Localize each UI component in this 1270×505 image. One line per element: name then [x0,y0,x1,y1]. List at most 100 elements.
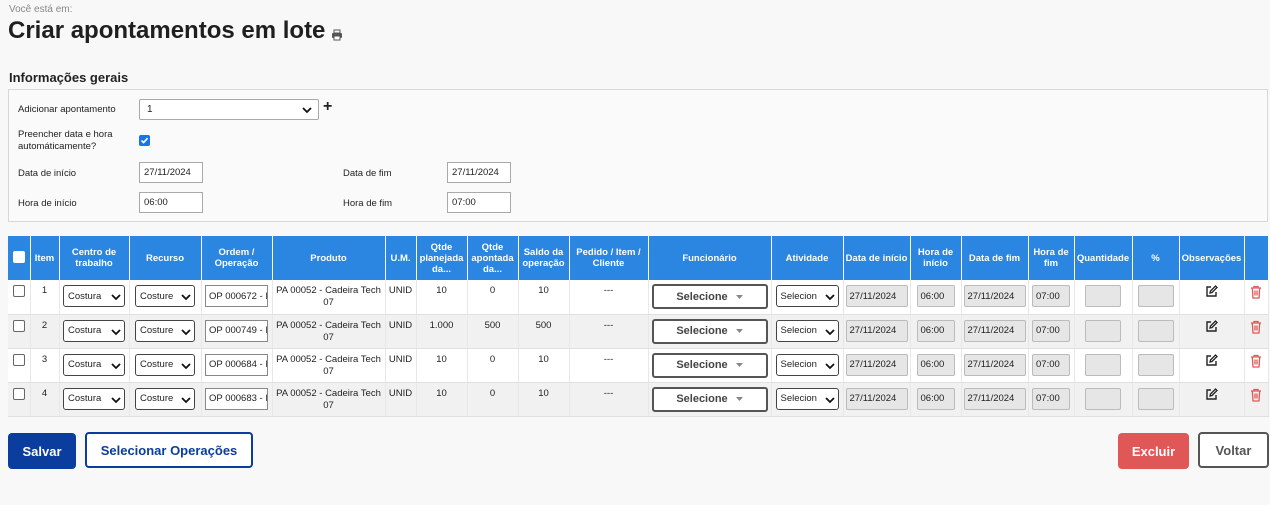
trash-icon[interactable] [1250,320,1262,334]
um-cell: UNID [385,280,417,315]
centro-select[interactable]: Costura [63,285,125,307]
hora-fim-field[interactable]: 07:00 [1032,319,1070,342]
produto-cell: PA 00052 - Cadeira Tech 07 [272,382,386,417]
funcionario-select[interactable]: Selecione [651,386,768,412]
data-inicio-field[interactable]: 27/11/2024 [845,353,908,376]
end-time-input[interactable]: 07:00 [447,192,511,213]
centro-select[interactable]: Costura [63,319,125,342]
observacoes-cell [1179,280,1245,315]
select-operations-button[interactable]: Selecionar Operações [85,432,253,468]
atividade-value: Selecion [780,325,817,336]
ordem-input[interactable]: OP 000683 - I [205,387,268,410]
trash-icon[interactable] [1250,354,1262,368]
trash-icon[interactable] [1250,388,1262,402]
quantidade-input[interactable] [1085,353,1121,376]
pct-input[interactable] [1137,285,1174,307]
back-button[interactable]: Voltar [1198,432,1269,468]
end-date-input[interactable]: 27/11/2024 [447,162,511,183]
add-entry-plus-icon[interactable]: + [323,99,332,115]
quantidade-input[interactable] [1085,387,1121,410]
recurso-select[interactable]: Costure [135,319,195,342]
edit-icon[interactable] [1205,353,1218,367]
funcionario-cell: Selecione [648,280,772,315]
row-checkbox[interactable] [12,319,25,332]
edit-icon[interactable] [1205,387,1218,401]
print-icon[interactable] [331,29,343,41]
col-centro: Centro de trabalho [59,236,130,280]
recurso-select[interactable]: Costure [135,387,195,410]
data-fim-field[interactable]: 27/11/2024 [963,387,1026,410]
add-entry-select[interactable]: 1 [139,99,319,120]
quantidade-input[interactable] [1085,319,1121,342]
delete-button[interactable]: Excluir [1118,433,1189,469]
edit-icon[interactable] [1205,285,1218,298]
save-button[interactable]: Salvar [8,433,76,469]
data-inicio-cell: 27/11/2024 [843,314,911,349]
recurso-cell: Costure [129,382,202,417]
hora-inicio-field[interactable]: 06:00 [916,387,955,410]
observacoes-cell [1179,382,1245,417]
select-all-header [8,236,31,280]
hora-fim-field[interactable]: 07:00 [1032,353,1070,376]
data-inicio-cell: 27/11/2024 [843,382,911,417]
col-quantidade: Quantidade [1074,236,1133,280]
ordem-input[interactable]: OP 000749 - I [205,319,268,342]
hora-inicio-field[interactable]: 06:00 [916,319,955,342]
row-select-cell [8,382,31,417]
ordem-input[interactable]: OP 000672 - I [205,285,268,307]
chevron-down-icon [181,394,191,405]
autofill-label: Preencher data e hora automáticamente? [18,129,113,153]
atividade-select[interactable]: Selecion [775,387,839,410]
edit-icon[interactable] [1205,319,1218,333]
col-funcionario: Funcionário [648,236,772,280]
start-time-input[interactable]: 06:00 [139,192,203,213]
quantidade-input[interactable] [1085,285,1121,307]
row-checkbox[interactable] [12,387,25,400]
atividade-select[interactable]: Selecion [775,319,839,342]
centro-select[interactable]: Costura [63,387,125,410]
start-date-input[interactable]: 27/11/2024 [139,162,203,183]
select-all-checkbox[interactable] [12,250,25,263]
funcionario-select[interactable]: Selecione [651,284,768,309]
atividade-cell: Selecion [771,314,844,349]
quantidade-cell [1074,314,1133,349]
pct-input[interactable] [1137,387,1174,410]
funcionario-select[interactable]: Selecione [651,318,768,344]
chevron-down-icon [181,326,191,337]
produto-text: PA 00052 - Cadeira Tech 07 [276,353,381,377]
col-actions [1244,236,1269,280]
hora-fim-field[interactable]: 07:00 [1032,387,1070,410]
pct-input[interactable] [1137,319,1174,342]
produto-text: PA 00052 - Cadeira Tech 07 [276,387,381,411]
pct-cell [1132,348,1180,383]
data-inicio-field[interactable]: 27/11/2024 [845,387,908,410]
row-checkbox[interactable] [12,353,25,366]
centro-select[interactable]: Costura [63,353,125,376]
atividade-select[interactable]: Selecion [775,353,839,376]
chevron-down-icon [181,292,191,302]
data-fim-field[interactable]: 27/11/2024 [963,319,1026,342]
hora-inicio-field[interactable]: 06:00 [916,285,955,307]
pct-cell [1132,382,1180,417]
autofill-checkbox[interactable] [139,135,150,146]
trash-icon[interactable] [1250,285,1262,299]
ordem-input[interactable]: OP 000684 - I [205,353,268,376]
funcionario-select[interactable]: Selecione [651,352,768,378]
recurso-select[interactable]: Costure [135,353,195,376]
atividade-select[interactable]: Selecion [775,285,839,307]
col-ordem: Ordem / Operação [201,236,273,280]
data-inicio-field[interactable]: 27/11/2024 [845,319,908,342]
data-inicio-field[interactable]: 27/11/2024 [845,285,908,307]
start-date-label: Data de início [18,168,77,179]
centro-value: Costura [68,359,102,370]
quantidade-cell [1074,348,1133,383]
produto-cell: PA 00052 - Cadeira Tech 07 [272,314,386,349]
col-observacoes: Observações [1179,236,1245,280]
recurso-select[interactable]: Costure [135,285,195,307]
hora-fim-field[interactable]: 07:00 [1032,285,1070,307]
row-checkbox[interactable] [12,285,25,297]
pct-input[interactable] [1137,353,1174,376]
data-fim-field[interactable]: 27/11/2024 [963,285,1026,307]
data-fim-field[interactable]: 27/11/2024 [963,353,1026,376]
hora-inicio-field[interactable]: 06:00 [916,353,955,376]
